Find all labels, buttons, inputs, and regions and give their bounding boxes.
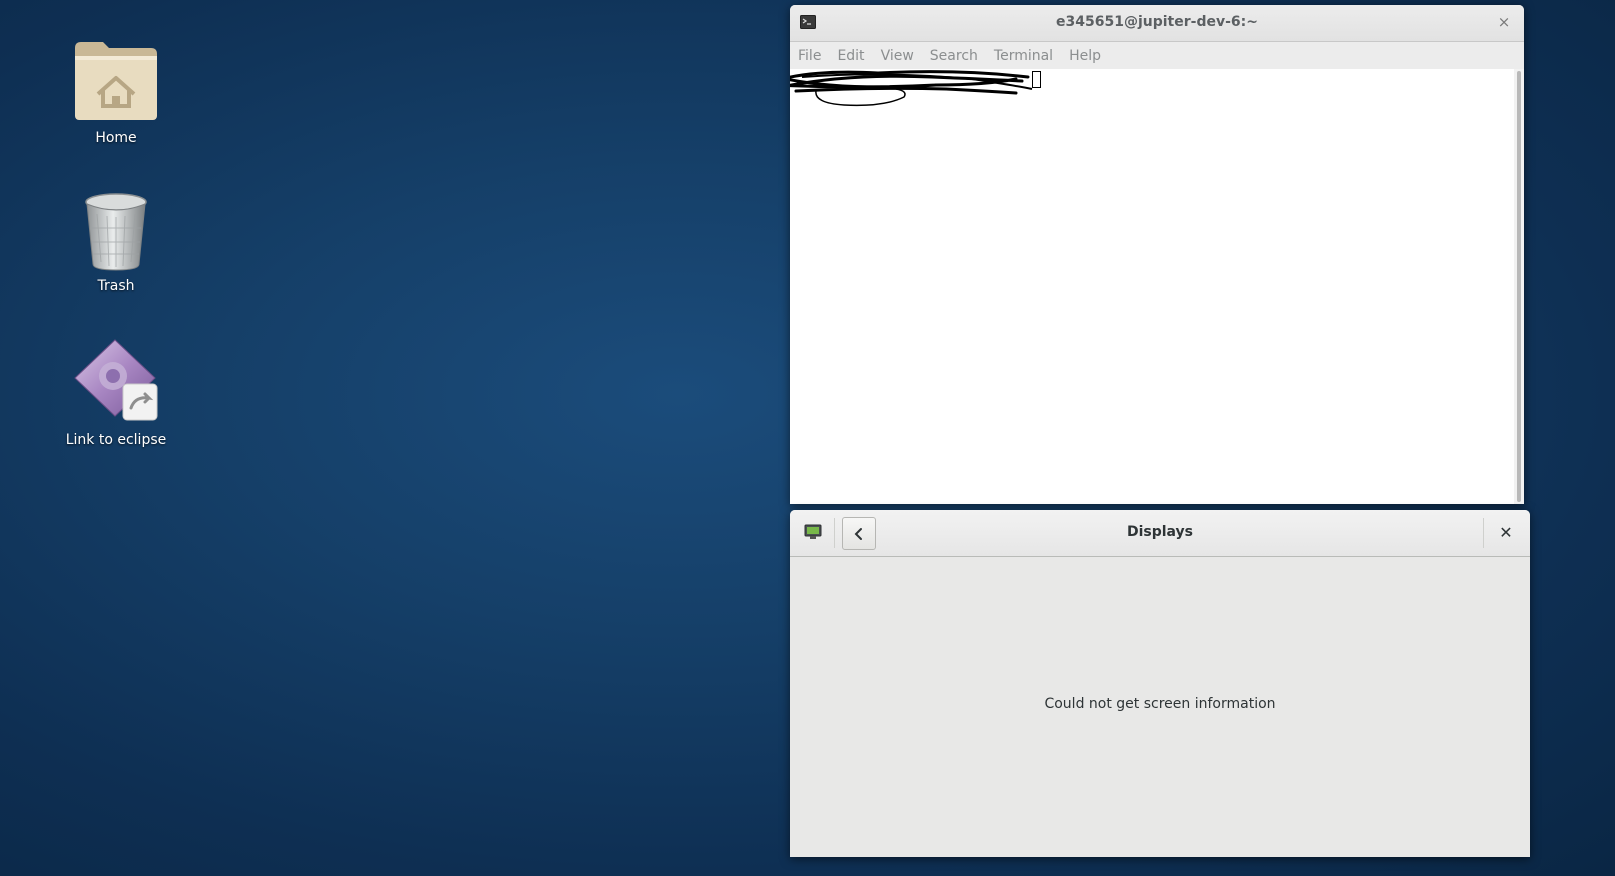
window-title: Displays [1126, 524, 1194, 540]
redaction-scribble [790, 70, 1033, 107]
menu-help[interactable]: Help [1069, 48, 1101, 64]
separator [1483, 518, 1484, 548]
trash-icon [85, 193, 147, 271]
menu-terminal[interactable]: Terminal [994, 48, 1053, 64]
desktop-icon-label: Link to eclipse [65, 432, 167, 448]
displays-window: Displays ✕ Could not get screen informat… [790, 510, 1530, 857]
desktop-icon-trash[interactable]: Trash [56, 192, 176, 294]
close-button[interactable]: × [1494, 12, 1514, 32]
scrollbar-thumb[interactable] [1517, 71, 1521, 502]
scrollbar[interactable] [1514, 69, 1524, 504]
eclipse-link-icon [74, 339, 158, 421]
home-folder-icon [75, 42, 157, 120]
desktop-icon-home[interactable]: Home [56, 38, 176, 146]
menu-search[interactable]: Search [930, 48, 978, 64]
menu-view[interactable]: View [881, 48, 914, 64]
desktop-icon-label: Home [95, 130, 137, 146]
desktop: Home Trash Link to eclipse e345651@jupit… [0, 0, 1615, 876]
terminal-window: e345651@jupiter-dev-6:~ × File Edit View… [790, 5, 1524, 504]
status-message: Could not get screen information [1044, 696, 1276, 712]
menubar: File Edit View Search Terminal Help [790, 42, 1524, 70]
close-button[interactable]: ✕ [1496, 523, 1516, 543]
terminal-titlebar[interactable]: e345651@jupiter-dev-6:~ × [790, 5, 1524, 42]
menu-file[interactable]: File [798, 48, 821, 64]
desktop-icon-eclipse-link[interactable]: Link to eclipse [56, 338, 176, 448]
terminal-output[interactable] [790, 69, 1514, 504]
menu-edit[interactable]: Edit [837, 48, 864, 64]
window-title: e345651@jupiter-dev-6:~ [1056, 14, 1258, 30]
desktop-icon-label: Trash [97, 278, 135, 294]
displays-headerbar[interactable]: Displays ✕ [790, 510, 1530, 557]
terminal-cursor [1032, 71, 1041, 88]
